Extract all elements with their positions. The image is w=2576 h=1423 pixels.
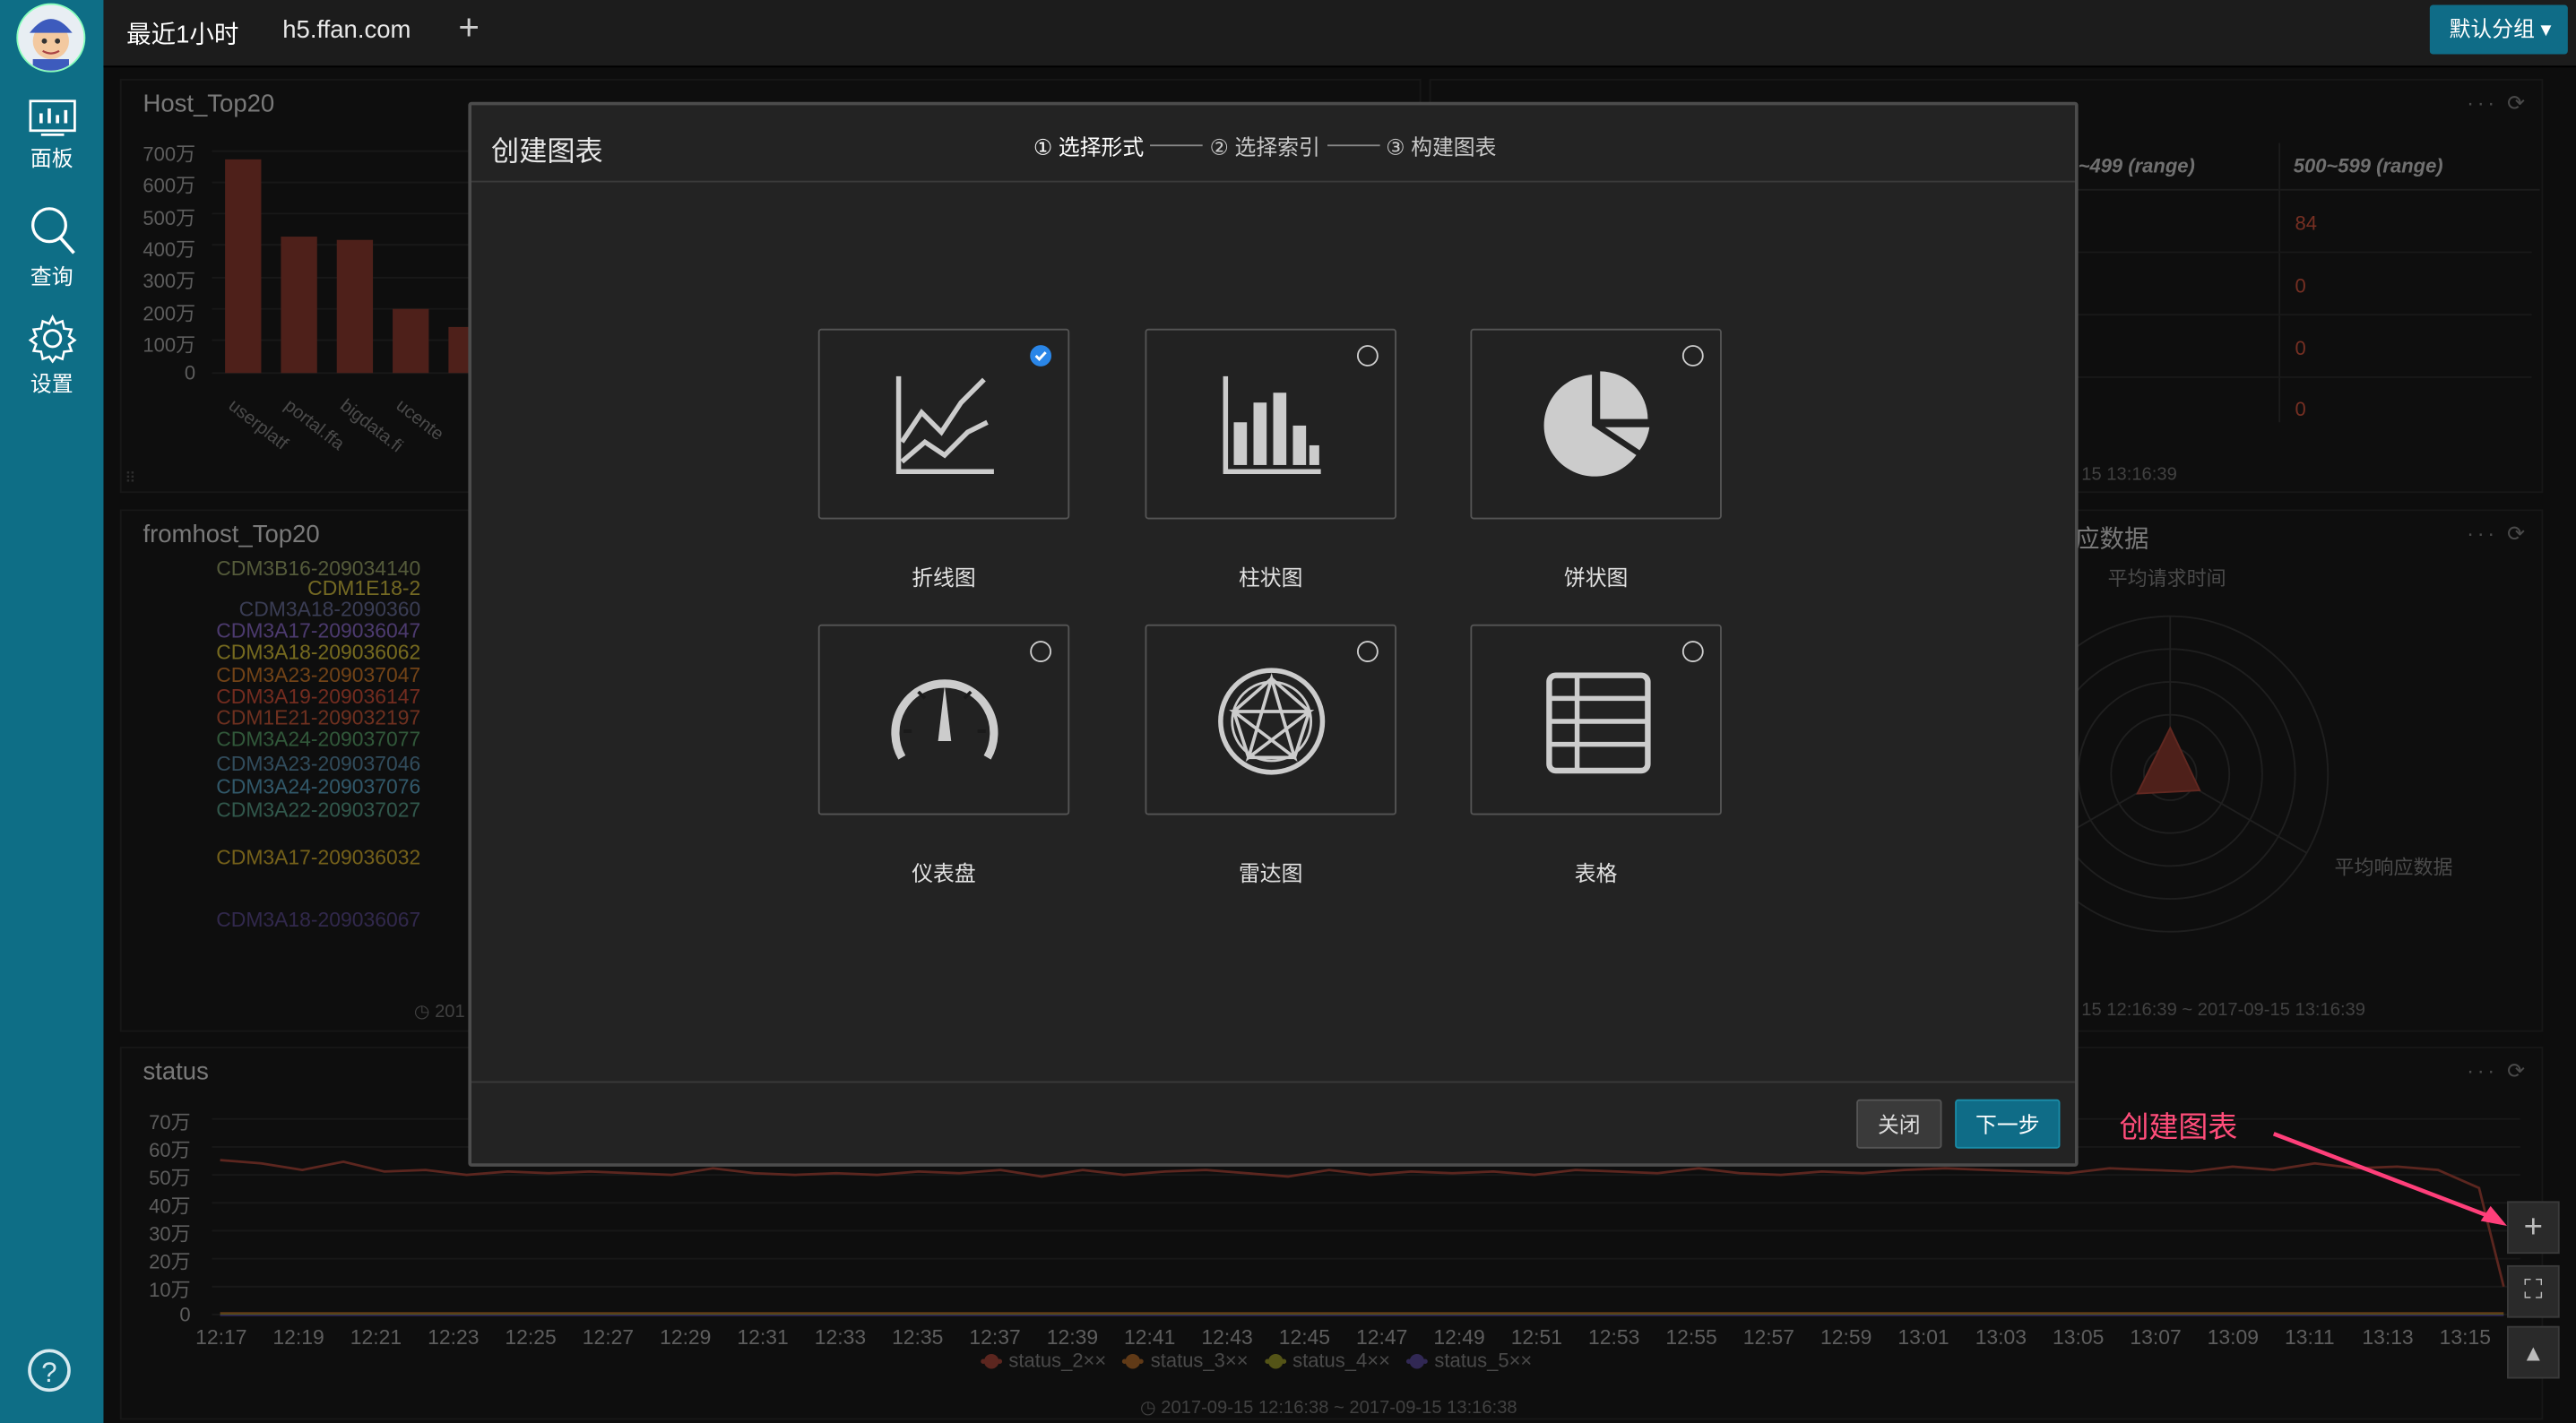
search-icon <box>30 207 74 254</box>
sidebar: 面板 查询 设置 ? <box>0 0 104 1423</box>
fullscreen-button[interactable]: ⛶ <box>2507 1264 2560 1318</box>
close-button[interactable]: 关闭 <box>1856 1099 1942 1149</box>
gauge-icon <box>891 679 998 760</box>
pie-chart-icon <box>1543 371 1650 477</box>
radar-chart-icon <box>1218 668 1326 775</box>
sidebar-item-query[interactable]: 查询 <box>0 203 103 290</box>
sidebar-item-label: 面板 <box>30 146 73 171</box>
step-indicator: ① 选择形式 ② 选择索引 ③ 构建图表 <box>1033 130 1497 161</box>
chart-type-label: 仪表盘 <box>912 860 976 886</box>
chart-type-label: 雷达图 <box>1238 860 1303 886</box>
radio-unchecked[interactable] <box>1681 345 1704 367</box>
step-3: ③ 构建图表 <box>1386 134 1497 160</box>
group-select-button[interactable]: 默认分组 ▾ <box>2429 4 2568 55</box>
help-icon[interactable]: ? <box>28 1349 71 1393</box>
annotation-label: 创建图表 <box>2119 1110 2238 1144</box>
rocket-icon[interactable]: ▲ <box>2507 1325 2560 1379</box>
add-tab-button[interactable]: + <box>458 6 480 49</box>
chart-type-label: 折线图 <box>912 565 976 591</box>
bar-chart-icon <box>1223 375 1321 475</box>
chart-type-gauge-card[interactable] <box>817 624 1070 815</box>
chart-type-bar-card[interactable] <box>1145 328 1396 520</box>
chart-type-label: 柱状图 <box>1238 565 1303 591</box>
avatar[interactable] <box>16 3 86 73</box>
create-chart-modal: 创建图表 ① 选择形式 ② 选择索引 ③ 构建图表 折线图 柱状图 饼状图 仪表盘 <box>468 101 2079 1167</box>
modal-title: 创建图表 <box>491 136 603 168</box>
host-tab[interactable]: h5.ffan.com <box>282 16 411 44</box>
step-1: ① 选择形式 <box>1033 134 1145 160</box>
radio-unchecked[interactable] <box>1356 345 1379 367</box>
radio-unchecked[interactable] <box>1356 641 1379 662</box>
radio-unchecked[interactable] <box>1681 641 1704 662</box>
chart-type-label: 饼状图 <box>1563 565 1629 591</box>
gear-icon <box>27 315 76 364</box>
sidebar-item-label: 查询 <box>30 264 73 289</box>
time-range[interactable]: 最近1小时 <box>126 16 238 51</box>
sidebar-item-dashboard[interactable]: 面板 <box>0 99 103 173</box>
radio-unchecked[interactable] <box>1030 641 1052 662</box>
sidebar-item-settings[interactable]: 设置 <box>0 314 103 398</box>
topbar: 最近1小时 h5.ffan.com + 默认分组 ▾ <box>103 0 2576 68</box>
table-icon <box>1546 672 1651 774</box>
sidebar-item-label: 设置 <box>30 371 73 396</box>
dashboard-icon <box>28 99 75 136</box>
line-chart-icon <box>895 375 994 475</box>
annotation-arrow <box>2272 1132 2508 1226</box>
step-2: ② 选择索引 <box>1209 134 1320 160</box>
chart-type-pie-card[interactable] <box>1470 328 1722 520</box>
chart-type-table-card[interactable] <box>1470 624 1722 815</box>
radio-checked[interactable] <box>1030 345 1052 367</box>
add-chart-button[interactable]: + <box>2507 1201 2560 1255</box>
chart-type-line-card[interactable] <box>817 328 1070 520</box>
chart-type-label: 表格 <box>1574 860 1618 886</box>
chart-type-radar-card[interactable] <box>1145 624 1396 815</box>
next-step-button[interactable]: 下一步 <box>1955 1099 2061 1149</box>
